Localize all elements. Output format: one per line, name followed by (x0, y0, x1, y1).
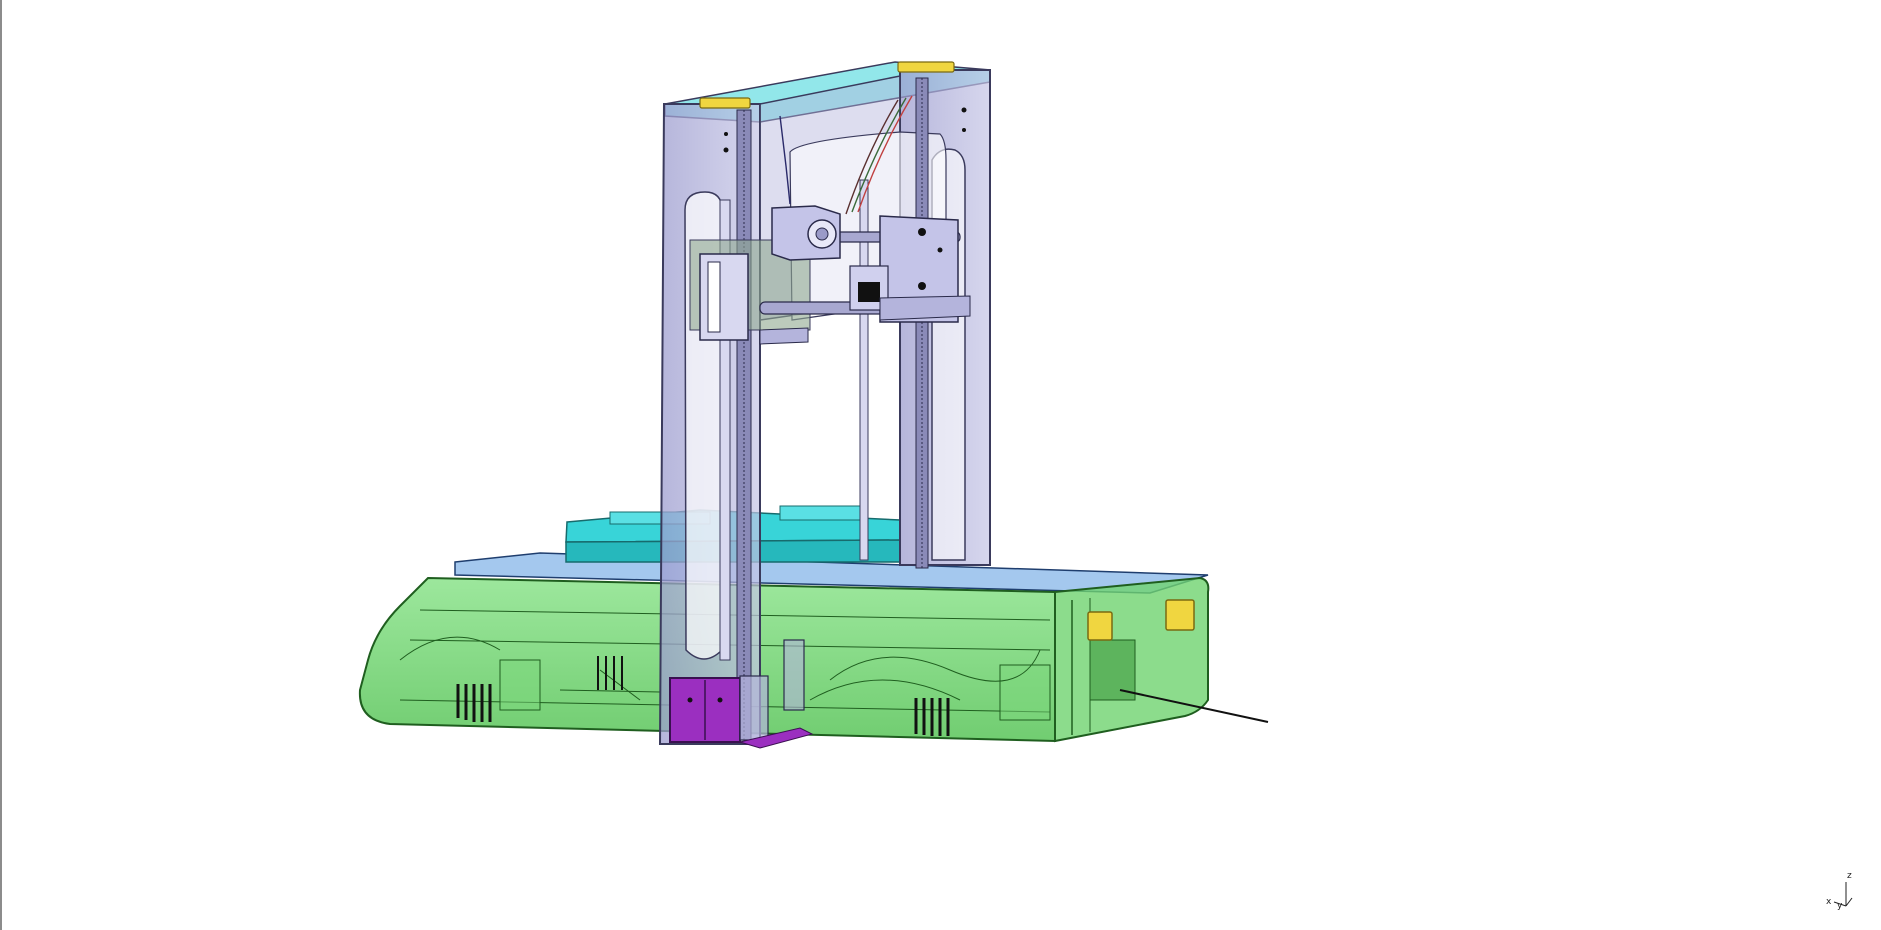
z-lead-screw-left (736, 109, 752, 741)
x-axis-label: x (1826, 897, 1832, 907)
base-cap-2 (1165, 599, 1195, 631)
axis-compass-icon (1833, 882, 1853, 907)
axis-compass: z x y (1826, 871, 1866, 914)
3d-viewport[interactable]: z x y (0, 0, 1881, 930)
y-axis-label: y (1837, 901, 1843, 911)
base-cap-1 (1087, 611, 1113, 641)
z-lead-screw-right (915, 77, 929, 569)
z-axis-label: z (1847, 871, 1852, 881)
3d-printer-model[interactable] (0, 0, 1881, 930)
frame-cap-right (897, 61, 955, 73)
frame-cap-left (699, 97, 751, 109)
z-bearing-left (699, 253, 749, 341)
base-housing[interactable] (358, 552, 1269, 743)
